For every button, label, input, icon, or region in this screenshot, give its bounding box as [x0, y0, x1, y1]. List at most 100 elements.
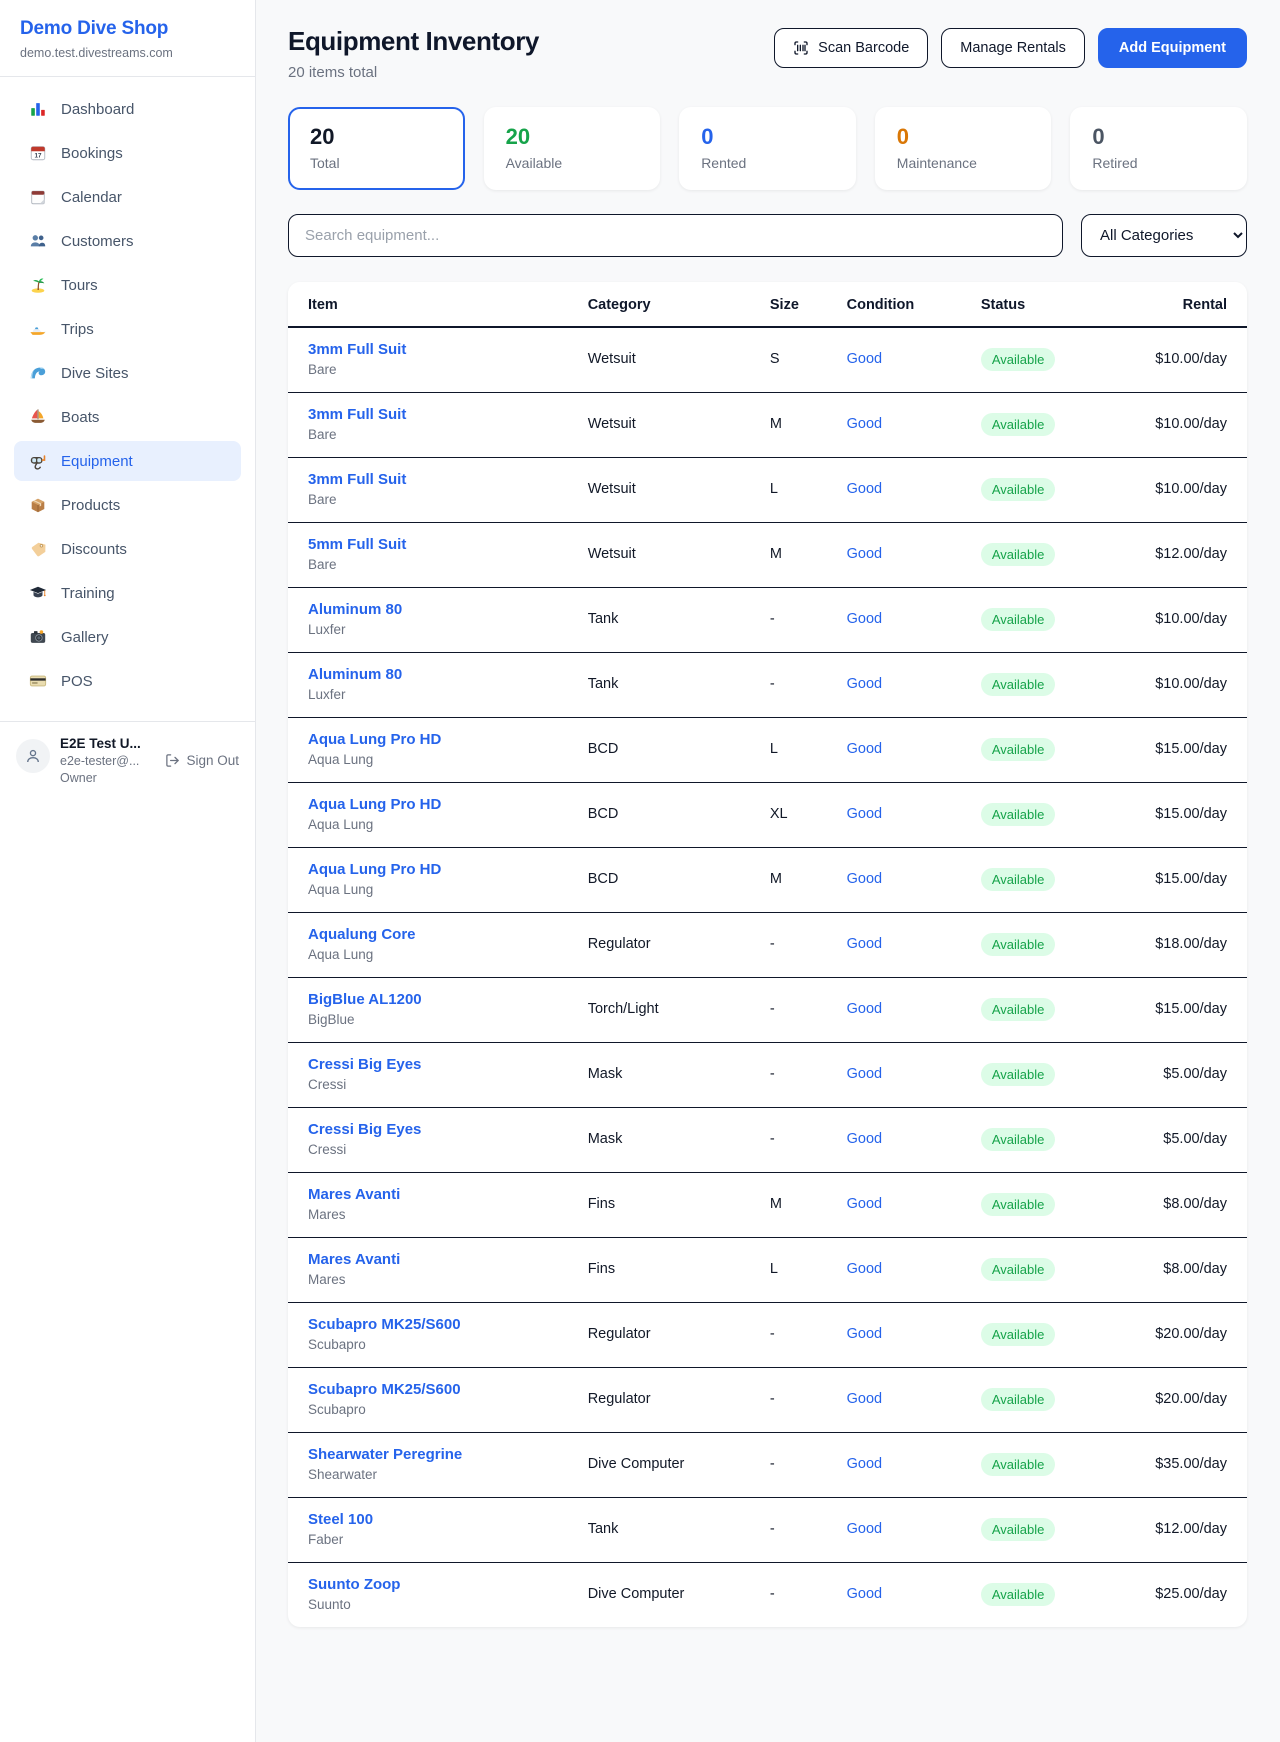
sidebar-item-discounts[interactable]: Discounts	[14, 529, 241, 569]
table-row[interactable]: 3mm Full SuitBareWetsuitMGoodAvailable$1…	[288, 393, 1247, 458]
table-row[interactable]: Aqua Lung Pro HDAqua LungBCDXLGoodAvaila…	[288, 783, 1247, 848]
item-link[interactable]: Aluminum 80	[308, 666, 564, 683]
stat-card-rented[interactable]: 0 Rented	[679, 107, 856, 190]
item-condition: Good	[835, 1043, 969, 1108]
item-link[interactable]: Suunto Zoop	[308, 1576, 564, 1593]
item-link[interactable]: Cressi Big Eyes	[308, 1121, 564, 1138]
sidebar-item-boats[interactable]: Boats	[14, 397, 241, 437]
item-link[interactable]: Aluminum 80	[308, 601, 564, 618]
filter-bar: All Categories	[288, 214, 1247, 257]
item-brand: Mares	[308, 1207, 564, 1222]
sidebar-item-calendar[interactable]: Calendar	[14, 177, 241, 217]
search-input[interactable]	[288, 214, 1063, 257]
sidebar-item-tours[interactable]: Tours	[14, 265, 241, 305]
item-link[interactable]: Mares Avanti	[308, 1186, 564, 1203]
item-condition: Good	[835, 393, 969, 458]
table-row[interactable]: Steel 100FaberTank-GoodAvailable$12.00/d…	[288, 1498, 1247, 1563]
sign-out-button[interactable]: Sign Out	[165, 753, 239, 768]
item-brand: Shearwater	[308, 1467, 564, 1482]
item-link[interactable]: Cressi Big Eyes	[308, 1056, 564, 1073]
add-equipment-button[interactable]: Add Equipment	[1098, 28, 1247, 68]
item-category: Tank	[576, 1498, 758, 1563]
table-row[interactable]: 5mm Full SuitBareWetsuitMGoodAvailable$1…	[288, 523, 1247, 588]
table-row[interactable]: Shearwater PeregrineShearwaterDive Compu…	[288, 1433, 1247, 1498]
table-row[interactable]: Scubapro MK25/S600ScubaproRegulator-Good…	[288, 1303, 1247, 1368]
item-link[interactable]: BigBlue AL1200	[308, 991, 564, 1008]
sidebar-item-pos[interactable]: POS	[14, 661, 241, 701]
table-row[interactable]: 3mm Full SuitBareWetsuitSGoodAvailable$1…	[288, 327, 1247, 393]
item-link[interactable]: 3mm Full Suit	[308, 406, 564, 423]
category-select[interactable]: All Categories	[1081, 214, 1247, 257]
stat-card-retired[interactable]: 0 Retired	[1070, 107, 1247, 190]
table-row[interactable]: 3mm Full SuitBareWetsuitLGoodAvailable$1…	[288, 458, 1247, 523]
equipment-table: Item Category Size Condition Status Rent…	[288, 282, 1247, 1627]
item-condition: Good	[835, 1303, 969, 1368]
item-link[interactable]: Aqua Lung Pro HD	[308, 731, 564, 748]
item-link[interactable]: Aqualung Core	[308, 926, 564, 943]
table-row[interactable]: BigBlue AL1200BigBlueTorch/Light-GoodAva…	[288, 978, 1247, 1043]
sidebar-item-equipment[interactable]: Equipment	[14, 441, 241, 481]
item-link[interactable]: Scubapro MK25/S600	[308, 1381, 564, 1398]
item-link[interactable]: Scubapro MK25/S600	[308, 1316, 564, 1333]
item-brand: Aqua Lung	[308, 882, 564, 897]
item-category: Wetsuit	[576, 523, 758, 588]
table-row[interactable]: Cressi Big EyesCressiMask-GoodAvailable$…	[288, 1043, 1247, 1108]
add-equipment-label: Add Equipment	[1119, 40, 1226, 56]
sidebar-item-dive-sites[interactable]: Dive Sites	[14, 353, 241, 393]
item-link[interactable]: Aqua Lung Pro HD	[308, 861, 564, 878]
calendar-date-icon: 17	[28, 143, 48, 163]
table-row[interactable]: Cressi Big EyesCressiMask-GoodAvailable$…	[288, 1108, 1247, 1173]
sidebar-item-customers[interactable]: Customers	[14, 221, 241, 261]
sidebar-item-bookings[interactable]: 17Bookings	[14, 133, 241, 173]
table-row[interactable]: Aqualung CoreAqua LungRegulator-GoodAvai…	[288, 913, 1247, 978]
item-brand: Luxfer	[308, 622, 564, 637]
stat-card-available[interactable]: 20 Available	[484, 107, 661, 190]
scan-barcode-button[interactable]: Scan Barcode	[774, 28, 928, 68]
status-badge: Available	[981, 348, 1056, 371]
user-section: E2E Test U... e2e-tester@... Owner Sign …	[0, 721, 255, 799]
manage-rentals-button[interactable]: Manage Rentals	[941, 28, 1085, 68]
stat-card-maintenance[interactable]: 0 Maintenance	[875, 107, 1052, 190]
status-badge: Available	[981, 933, 1056, 956]
sidebar-item-dashboard[interactable]: Dashboard	[14, 89, 241, 129]
sidebar-item-gallery[interactable]: Gallery	[14, 617, 241, 657]
sailboat-icon	[28, 407, 48, 427]
status-badge: Available	[981, 1128, 1056, 1151]
item-condition: Good	[835, 653, 969, 718]
item-link[interactable]: Shearwater Peregrine	[308, 1446, 564, 1463]
item-cell: Aqualung CoreAqua Lung	[288, 913, 576, 978]
column-status: Status	[969, 282, 1113, 327]
item-cell: Scubapro MK25/S600Scubapro	[288, 1303, 576, 1368]
item-link[interactable]: 3mm Full Suit	[308, 471, 564, 488]
item-size: XL	[758, 783, 835, 848]
stat-card-total[interactable]: 20 Total	[288, 107, 465, 190]
sign-out-label: Sign Out	[186, 753, 239, 768]
item-link[interactable]: 5mm Full Suit	[308, 536, 564, 553]
item-rental: $20.00/day	[1113, 1303, 1247, 1368]
table-row[interactable]: Aluminum 80LuxferTank-GoodAvailable$10.0…	[288, 588, 1247, 653]
table-row[interactable]: Mares AvantiMaresFinsMGoodAvailable$8.00…	[288, 1173, 1247, 1238]
table-row[interactable]: Aqua Lung Pro HDAqua LungBCDLGoodAvailab…	[288, 718, 1247, 783]
status-badge: Available	[981, 1518, 1056, 1541]
status-cell: Available	[969, 1498, 1113, 1563]
item-condition: Good	[835, 1563, 969, 1628]
bar-chart-icon	[28, 99, 48, 119]
table-row[interactable]: Scubapro MK25/S600ScubaproRegulator-Good…	[288, 1368, 1247, 1433]
sidebar-item-products[interactable]: Products	[14, 485, 241, 525]
item-link[interactable]: Aqua Lung Pro HD	[308, 796, 564, 813]
table-row[interactable]: Aqua Lung Pro HDAqua LungBCDMGoodAvailab…	[288, 848, 1247, 913]
item-link[interactable]: Mares Avanti	[308, 1251, 564, 1268]
item-link[interactable]: 3mm Full Suit	[308, 341, 564, 358]
sidebar-item-training[interactable]: Training	[14, 573, 241, 613]
table-row[interactable]: Suunto ZoopSuuntoDive Computer-GoodAvail…	[288, 1563, 1247, 1628]
sidebar-header: Demo Dive Shop demo.test.divestreams.com	[0, 0, 255, 77]
items-total: 20 items total	[288, 64, 539, 81]
item-link[interactable]: Steel 100	[308, 1511, 564, 1528]
item-category: Tank	[576, 653, 758, 718]
sidebar-item-trips[interactable]: Trips	[14, 309, 241, 349]
stat-cards: 20 Total 20 Available 0 Rented 0 Mainten…	[288, 107, 1247, 190]
status-cell: Available	[969, 1433, 1113, 1498]
table-row[interactable]: Mares AvantiMaresFinsLGoodAvailable$8.00…	[288, 1238, 1247, 1303]
table-row[interactable]: Aluminum 80LuxferTank-GoodAvailable$10.0…	[288, 653, 1247, 718]
stat-label-total: Total	[310, 155, 443, 171]
